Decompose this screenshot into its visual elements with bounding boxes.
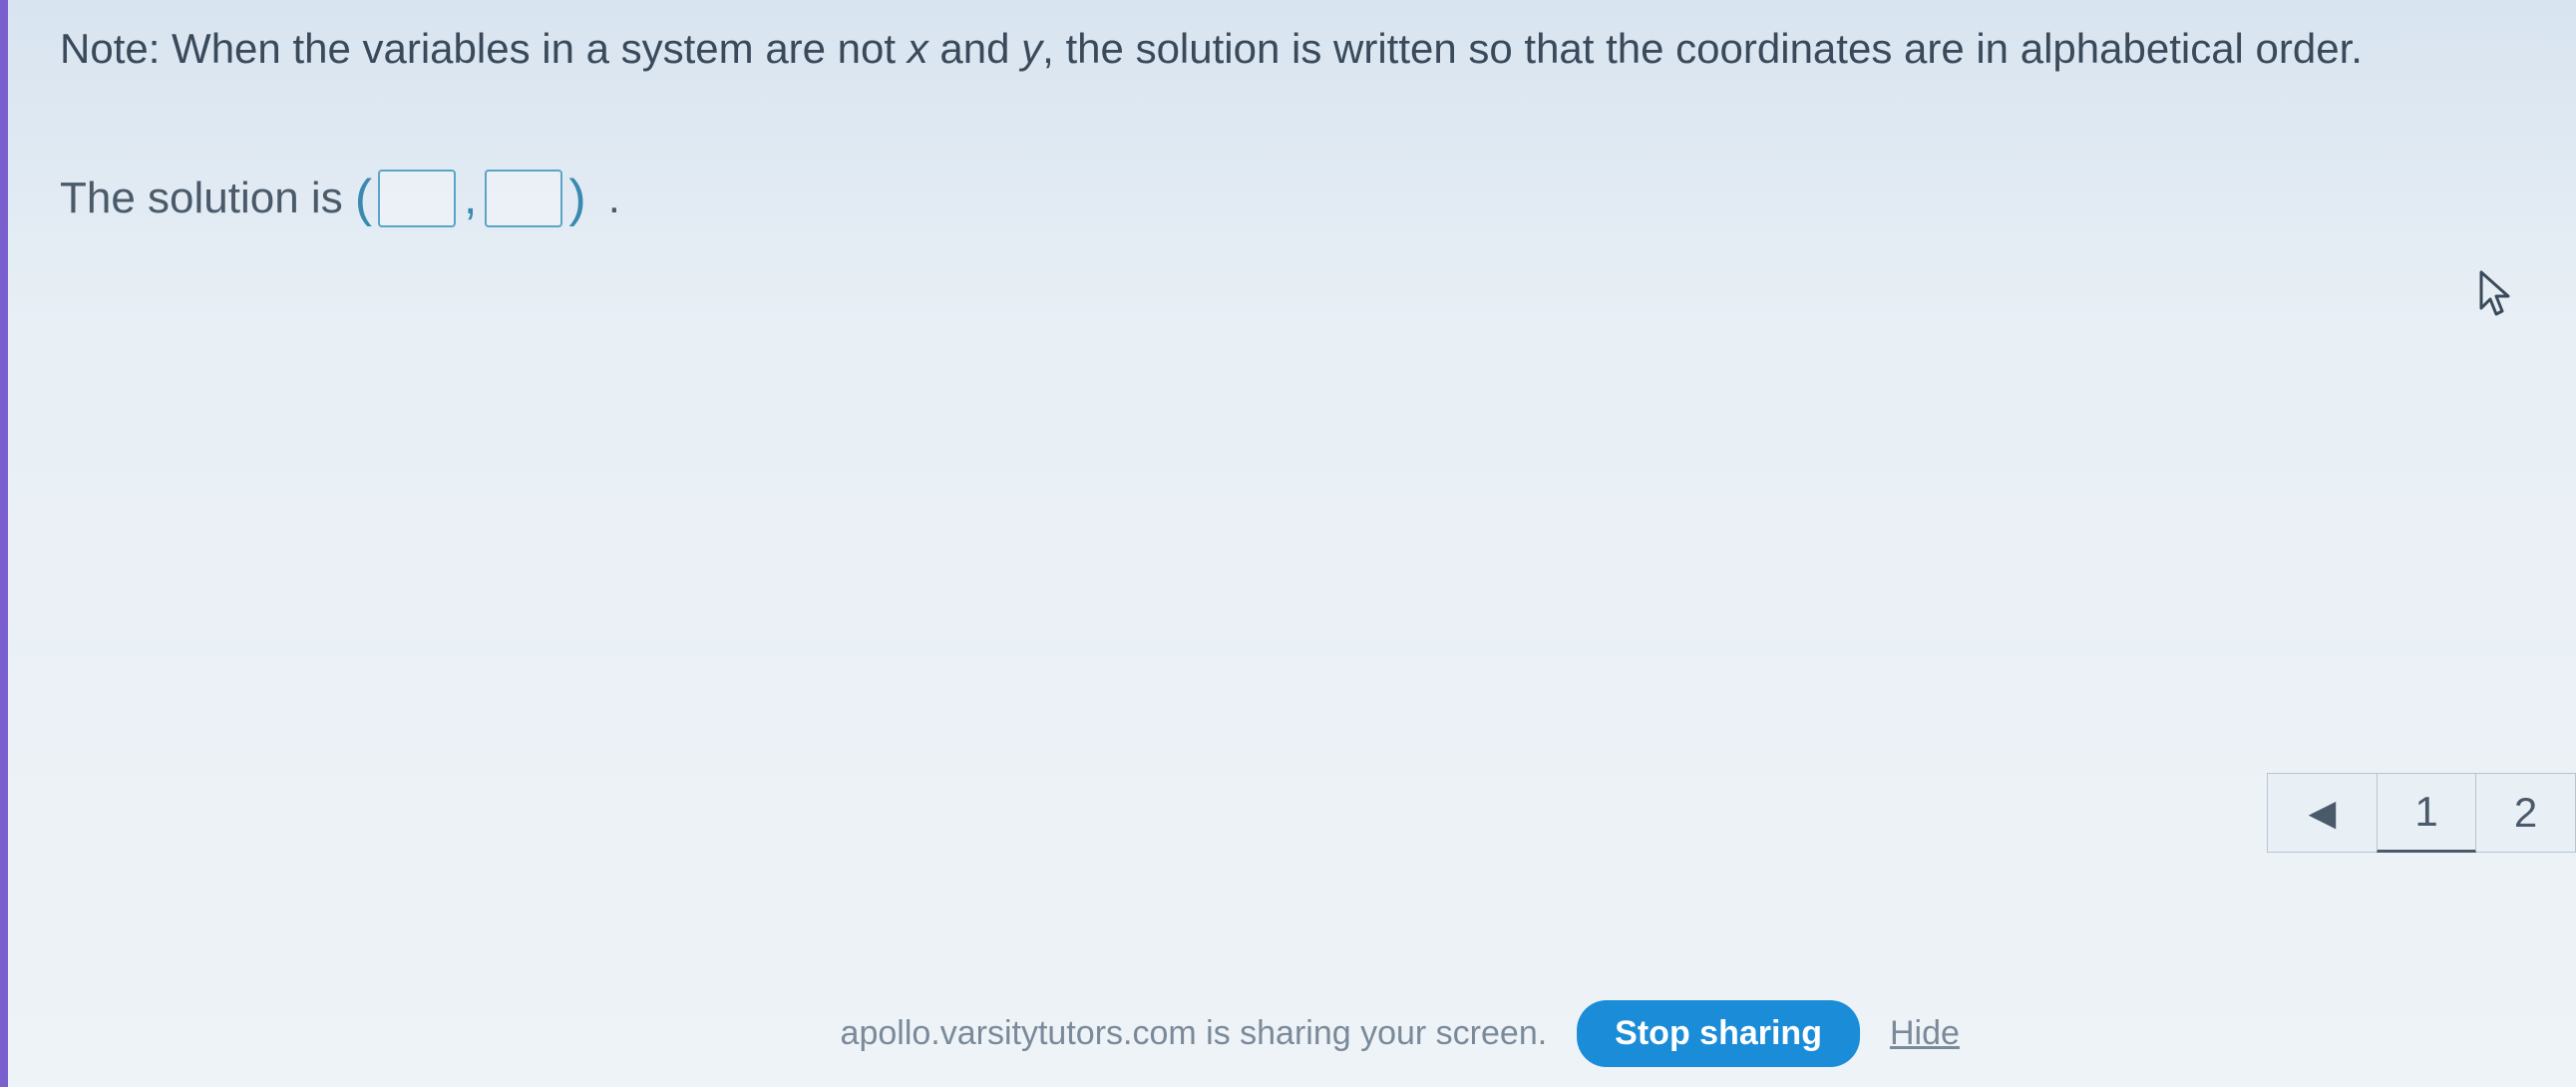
solution-input-group: ( , ) <box>355 169 586 228</box>
solution-input-2[interactable] <box>485 170 562 227</box>
solution-input-1[interactable] <box>378 170 456 227</box>
sharing-status-text: apollo.varsitytutors.com is sharing your… <box>841 1014 1548 1053</box>
note-text: Note: When the variables in a system are… <box>60 20 2536 79</box>
solution-label: The solution is <box>60 174 343 223</box>
pagination-page-1[interactable]: 1 <box>2377 773 2476 853</box>
cursor-icon <box>2476 269 2516 317</box>
content-area: Note: When the variables in a system are… <box>0 0 2576 248</box>
pagination-prev-button[interactable]: ◀ <box>2267 773 2377 853</box>
solution-comma: , <box>464 171 477 225</box>
open-paren: ( <box>355 169 372 228</box>
pagination: ◀ 1 2 <box>2267 773 2576 853</box>
close-paren: ) <box>568 169 585 228</box>
note-prefix: Note: When the variables in a system are… <box>60 25 908 72</box>
note-var-x: x <box>908 25 928 72</box>
solution-line: The solution is ( , ) . <box>60 169 2536 228</box>
pagination-page-2[interactable]: 2 <box>2476 773 2576 853</box>
stop-sharing-button[interactable]: Stop sharing <box>1577 1000 1860 1067</box>
left-accent-border <box>0 0 8 1087</box>
note-mid: and <box>928 25 1021 72</box>
note-suffix: , the solution is written so that the co… <box>1042 25 2363 72</box>
note-var-y: y <box>1021 25 1042 72</box>
hide-link[interactable]: Hide <box>1890 1014 1960 1053</box>
chevron-left-icon: ◀ <box>2309 792 2337 834</box>
screen-sharing-bar: apollo.varsitytutors.com is sharing your… <box>841 1000 1960 1067</box>
solution-period: . <box>608 174 620 223</box>
